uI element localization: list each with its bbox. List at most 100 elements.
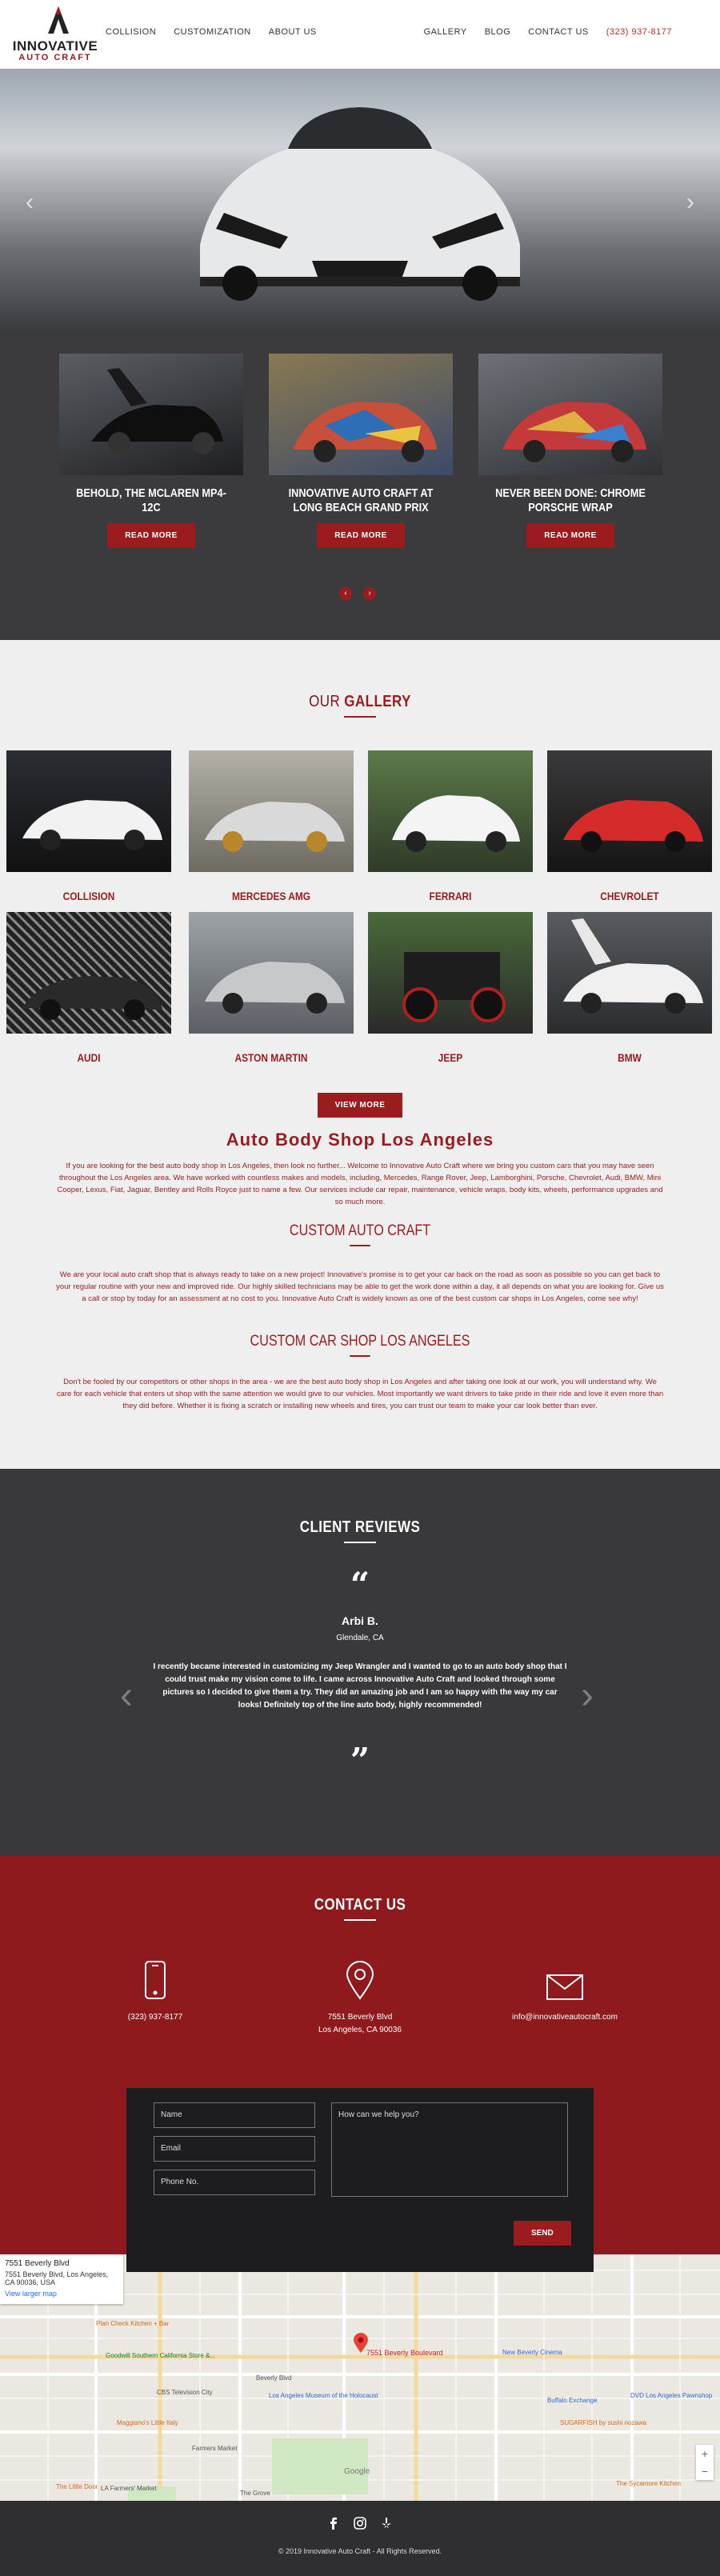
location-pin-icon (346, 1961, 374, 2000)
nav-link-contact[interactable]: CONTACT US (528, 27, 589, 37)
map-info-card: 7551 Beverly Blvd 7551 Beverly Blvd, Los… (0, 2254, 123, 2304)
nav-link-customization[interactable]: CUSTOMIZATION (174, 27, 251, 37)
contact-heading-light: CONTACT (314, 1896, 386, 1914)
map-embed[interactable]: 7551 Beverly Blvd 7551 Beverly Blvd, Los… (0, 2254, 720, 2501)
gallery-item-mercedes-amg[interactable]: MERCEDES AMG (189, 750, 354, 902)
map-label: DVD Los Angeles Pawnshop (630, 2392, 713, 2399)
sub-heading-text: CUSTOM AUTO CRAFT (289, 1222, 431, 1239)
facebook-icon[interactable] (328, 2517, 339, 2530)
nav-left: COLLISION CUSTOMIZATION ABOUT US (106, 27, 317, 37)
gallery-label: FERRARI (429, 890, 472, 902)
nav-phone-link[interactable]: (323) 937-8177 (606, 27, 672, 37)
open-quote-icon: “ (350, 1565, 370, 1604)
zoom-in-button[interactable]: + (696, 2445, 714, 2462)
news-image[interactable] (478, 354, 662, 475)
hero-next-arrow[interactable]: › (686, 189, 694, 216)
contact-heading-bold: US (386, 1896, 406, 1914)
contact-form: Name Email Phone No. How can we help you… (126, 2088, 594, 2272)
hero-slider: ‹ › (0, 69, 720, 330)
map-label: Farmers Market (192, 2445, 238, 2452)
gallery-item-bmw[interactable]: BMW (547, 912, 712, 1064)
gallery-heading-light: OUR (309, 693, 345, 710)
read-more-button[interactable]: READ MORE (526, 523, 614, 548)
gallery-item-audi[interactable]: AUDI (6, 912, 171, 1064)
contact-email-text[interactable]: info@innovativeautocraft.com (461, 2011, 669, 2024)
social-links (0, 2517, 720, 2530)
zoom-out-button[interactable]: − (696, 2462, 714, 2480)
map-label: Maggiano's Little Italy (117, 2419, 178, 2426)
logo[interactable]: INNOVATIVE AUTO CRAFT (6, 6, 104, 62)
news-prev-button[interactable]: ‹ (339, 587, 352, 600)
reviews-heading: CLIENT REVIEWS (0, 1518, 720, 1543)
custom-car-shop-heading: CUSTOM CAR SHOP LOS ANGELES (54, 1333, 666, 1357)
contact-heading: CONTACT US (0, 1896, 720, 1921)
gallery-section: OUR GALLERY COLLISION MERCEDES AMG FERRA… (0, 640, 720, 1469)
gallery-item-collision[interactable]: COLLISION (6, 750, 171, 902)
contact-phone-text[interactable]: (323) 937-8177 (51, 2011, 259, 2024)
name-input[interactable]: Name (154, 2102, 315, 2128)
about-paragraph-2: We are your local auto craft shop that i… (56, 1270, 664, 1303)
review-text: I recently became interested in customiz… (153, 1662, 567, 1710)
instagram-icon[interactable] (354, 2517, 366, 2530)
hero-prev-arrow[interactable]: ‹ (26, 189, 34, 216)
site-header: INNOVATIVE AUTO CRAFT COLLISION CUSTOMIZ… (0, 0, 720, 69)
map-pin-label: 7551 Beverly Boulevard (366, 2349, 443, 2357)
send-button[interactable]: SEND (514, 2221, 571, 2246)
news-image[interactable] (269, 354, 453, 475)
message-textarea[interactable]: How can we help you? (331, 2102, 568, 2197)
news-section: BEHOLD, THE MCLAREN MP4-12C READ MORE IN… (0, 330, 720, 640)
reviews-heading-light: CLIENT (299, 1518, 355, 1536)
close-quote-icon: ” (350, 1741, 370, 1780)
nav-link-collision[interactable]: COLLISION (106, 27, 156, 37)
map-label: Buffalo Exchange (547, 2397, 598, 2404)
email-input[interactable]: Email (154, 2136, 315, 2162)
review-prev-arrow[interactable]: ‹ (120, 1674, 133, 1718)
gallery-item-ferrari[interactable]: FERRARI (368, 750, 533, 902)
nav-link-gallery[interactable]: GALLERY (424, 27, 467, 37)
map-label: Los Angeles Museum of the Holocaust (269, 2392, 378, 2399)
news-title[interactable]: NEVER BEEN DONE: CHROME PORSCHE WRAP (492, 486, 649, 515)
map-label: New Beverly Cinema (502, 2349, 562, 2356)
contact-address-line2: Los Angeles, CA 90036 (318, 2026, 402, 2034)
map-label: The Sycamore Kitchen (616, 2480, 681, 2487)
yelp-icon[interactable] (381, 2517, 392, 2530)
map-zoom-controls: + − (696, 2445, 714, 2480)
read-more-button[interactable]: READ MORE (107, 523, 195, 548)
sub-heading-text: CUSTOM CAR SHOP LOS ANGELES (250, 1333, 470, 1350)
map-card-title: 7551 Beverly Blvd (5, 2259, 70, 2268)
reviews-section: CLIENT REVIEWS “ Arbi B. Glendale, CA I … (0, 1469, 720, 1856)
map-pin-icon[interactable] (354, 2333, 368, 2354)
heading-underline (350, 1355, 370, 1357)
news-title[interactable]: INNOVATIVE AUTO CRAFT AT LONG BEACH GRAN… (282, 486, 439, 515)
news-card: INNOVATIVE AUTO CRAFT AT LONG BEACH GRAN… (269, 354, 453, 548)
map-larger-link[interactable]: View larger map (5, 2290, 118, 2298)
reviews-heading-bold: REVIEWS (354, 1518, 421, 1536)
news-card: NEVER BEEN DONE: CHROME PORSCHE WRAP REA… (478, 354, 662, 548)
read-more-button[interactable]: READ MORE (317, 523, 405, 548)
contact-email[interactable]: info@innovativeautocraft.com (461, 1958, 669, 2024)
news-card: BEHOLD, THE MCLAREN MP4-12C READ MORE (59, 354, 243, 548)
nav-link-blog[interactable]: BLOG (485, 27, 511, 37)
about-paragraph-3: Don't be fooled by our competitors or ot… (56, 1378, 664, 1410)
map-label: The Grove (240, 2490, 270, 2497)
google-logo: Google (344, 2467, 370, 2476)
news-title[interactable]: BEHOLD, THE MCLAREN MP4-12C (73, 486, 230, 515)
gallery-label: COLLISION (62, 890, 115, 902)
contact-phone[interactable]: (323) 937-8177 (51, 1958, 259, 2024)
nav-link-about[interactable]: ABOUT US (269, 27, 317, 37)
contact-address-line1: 7551 Beverly Blvd (327, 2013, 393, 2022)
about-heading: Auto Body Shop Los Angeles (226, 1130, 494, 1150)
news-image[interactable] (59, 354, 243, 475)
gallery-item-aston-martin[interactable]: ASTON MARTIN (189, 912, 354, 1064)
review-next-arrow[interactable]: › (581, 1674, 594, 1718)
nav-right: GALLERY BLOG CONTACT US (323) 937-8177 (424, 27, 672, 37)
news-next-button[interactable]: › (363, 587, 376, 600)
gallery-item-chevrolet[interactable]: CHEVROLET (547, 750, 712, 902)
phone-input[interactable]: Phone No. (154, 2170, 315, 2195)
view-more-button[interactable]: VIEW MORE (317, 1093, 403, 1118)
about-paragraph-1: If you are looking for the best auto bod… (57, 1162, 663, 1206)
gallery-label: JEEP (438, 1051, 463, 1064)
map-label: SUGARFISH by sushi nozawa (560, 2419, 647, 2426)
gallery-item-jeep[interactable]: JEEP (368, 912, 533, 1064)
map-label: Plan Check Kitchen + Bar (96, 2320, 170, 2327)
